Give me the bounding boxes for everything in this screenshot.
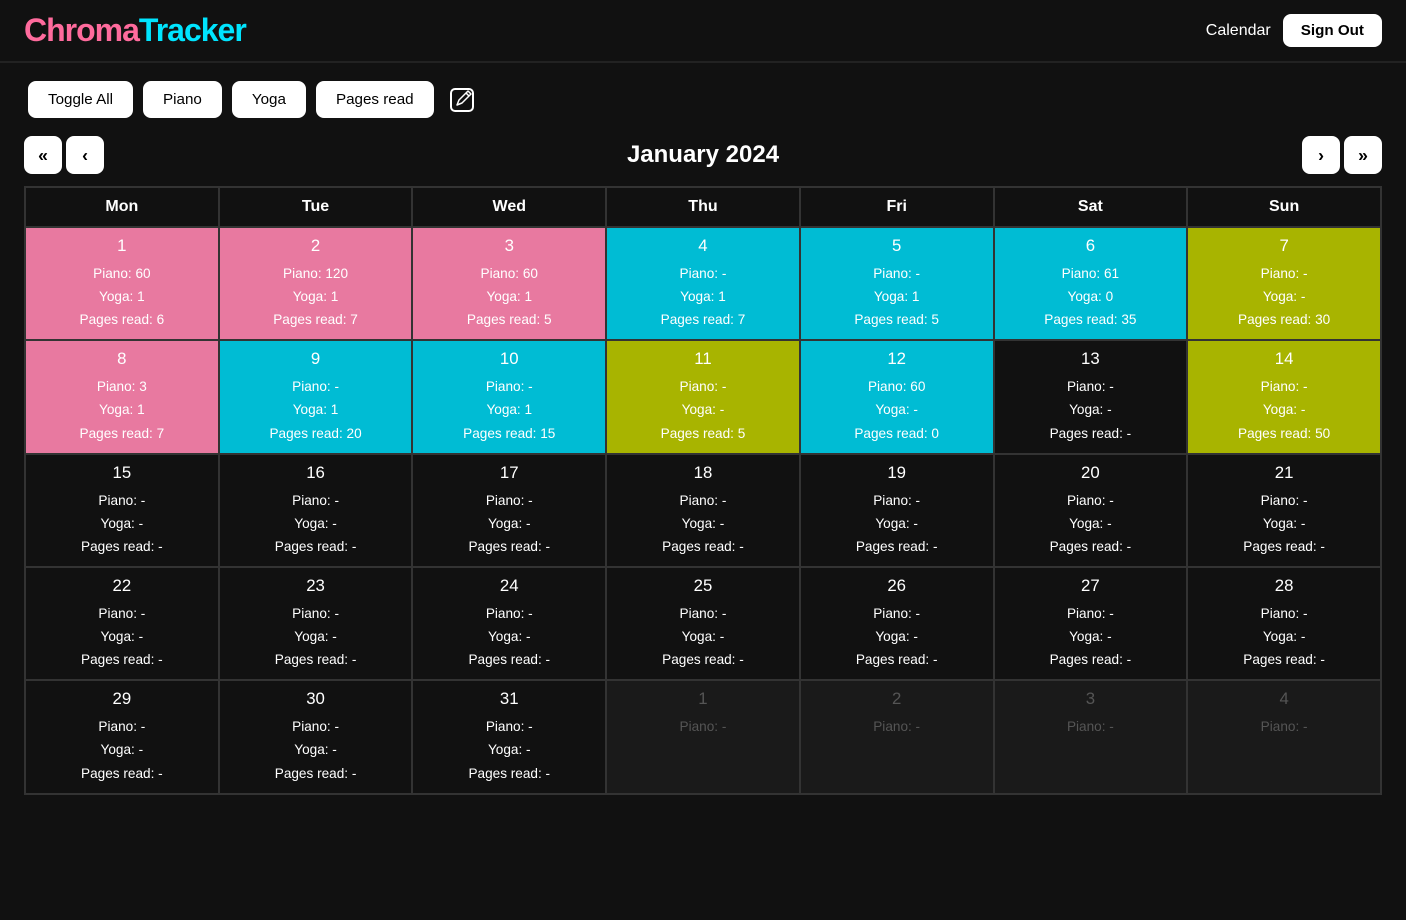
pages-read-button[interactable]: Pages read [316, 81, 434, 118]
header: ChromaTracker Calendar Sign Out [0, 0, 1406, 63]
edit-icon[interactable] [444, 82, 480, 118]
table-row[interactable]: 21Piano: -Yoga: -Pages read: - [1187, 454, 1381, 567]
col-fri: Fri [800, 187, 994, 227]
sign-out-button[interactable]: Sign Out [1283, 14, 1382, 47]
calendar-link[interactable]: Calendar [1206, 22, 1271, 40]
table-row[interactable]: 9Piano: -Yoga: 1Pages read: 20 [219, 340, 413, 453]
table-row[interactable]: 10Piano: -Yoga: 1Pages read: 15 [412, 340, 606, 453]
prev-button[interactable]: ‹ [66, 136, 104, 174]
logo-chroma: Chroma [24, 12, 139, 48]
table-row[interactable]: 27Piano: -Yoga: -Pages read: - [994, 567, 1188, 680]
table-row[interactable]: 2Piano: - [800, 680, 994, 793]
calendar-week-5: 29Piano: -Yoga: -Pages read: -30Piano: -… [25, 680, 1381, 793]
col-thu: Thu [606, 187, 800, 227]
month-title: January 2024 [104, 141, 1302, 169]
table-row[interactable]: 12Piano: 60Yoga: -Pages read: 0 [800, 340, 994, 453]
toolbar: Toggle All Piano Yoga Pages read [0, 63, 1406, 128]
table-row[interactable]: 23Piano: -Yoga: -Pages read: - [219, 567, 413, 680]
table-row[interactable]: 19Piano: -Yoga: -Pages read: - [800, 454, 994, 567]
calendar-header-row: Mon Tue Wed Thu Fri Sat Sun [25, 187, 1381, 227]
table-row[interactable]: 25Piano: -Yoga: -Pages read: - [606, 567, 800, 680]
table-row[interactable]: 8Piano: 3Yoga: 1Pages read: 7 [25, 340, 219, 453]
table-row[interactable]: 3Piano: 60Yoga: 1Pages read: 5 [412, 227, 606, 340]
logo: ChromaTracker [24, 12, 246, 49]
col-wed: Wed [412, 187, 606, 227]
table-row[interactable]: 1Piano: 60Yoga: 1Pages read: 6 [25, 227, 219, 340]
table-row[interactable]: 26Piano: -Yoga: -Pages read: - [800, 567, 994, 680]
table-row[interactable]: 16Piano: -Yoga: -Pages read: - [219, 454, 413, 567]
col-sun: Sun [1187, 187, 1381, 227]
month-nav: « ‹ January 2024 › » [24, 128, 1382, 186]
table-row[interactable]: 17Piano: -Yoga: -Pages read: - [412, 454, 606, 567]
calendar-week-1: 1Piano: 60Yoga: 1Pages read: 62Piano: 12… [25, 227, 1381, 340]
prev-prev-button[interactable]: « [24, 136, 62, 174]
calendar-table: Mon Tue Wed Thu Fri Sat Sun 1Piano: 60Yo… [24, 186, 1382, 795]
table-row[interactable]: 31Piano: -Yoga: -Pages read: - [412, 680, 606, 793]
table-row[interactable]: 28Piano: -Yoga: -Pages read: - [1187, 567, 1381, 680]
next-button[interactable]: › [1302, 136, 1340, 174]
toggle-all-button[interactable]: Toggle All [28, 81, 133, 118]
table-row[interactable]: 2Piano: 120Yoga: 1Pages read: 7 [219, 227, 413, 340]
calendar-week-3: 15Piano: -Yoga: -Pages read: -16Piano: -… [25, 454, 1381, 567]
next-next-button[interactable]: » [1344, 136, 1382, 174]
table-row[interactable]: 3Piano: - [994, 680, 1188, 793]
table-row[interactable]: 22Piano: -Yoga: -Pages read: - [25, 567, 219, 680]
table-row[interactable]: 7Piano: -Yoga: -Pages read: 30 [1187, 227, 1381, 340]
header-right: Calendar Sign Out [1206, 14, 1382, 47]
table-row[interactable]: 4Piano: - [1187, 680, 1381, 793]
calendar-week-4: 22Piano: -Yoga: -Pages read: -23Piano: -… [25, 567, 1381, 680]
piano-button[interactable]: Piano [143, 81, 222, 118]
table-row[interactable]: 18Piano: -Yoga: -Pages read: - [606, 454, 800, 567]
nav-left: « ‹ [24, 136, 104, 174]
col-mon: Mon [25, 187, 219, 227]
calendar-week-2: 8Piano: 3Yoga: 1Pages read: 79Piano: -Yo… [25, 340, 1381, 453]
col-tue: Tue [219, 187, 413, 227]
table-row[interactable]: 29Piano: -Yoga: -Pages read: - [25, 680, 219, 793]
col-sat: Sat [994, 187, 1188, 227]
yoga-button[interactable]: Yoga [232, 81, 306, 118]
table-row[interactable]: 20Piano: -Yoga: -Pages read: - [994, 454, 1188, 567]
table-row[interactable]: 1Piano: - [606, 680, 800, 793]
table-row[interactable]: 15Piano: -Yoga: -Pages read: - [25, 454, 219, 567]
calendar-container: « ‹ January 2024 › » Mon Tue Wed Thu Fri… [0, 128, 1406, 819]
table-row[interactable]: 5Piano: -Yoga: 1Pages read: 5 [800, 227, 994, 340]
table-row[interactable]: 24Piano: -Yoga: -Pages read: - [412, 567, 606, 680]
table-row[interactable]: 6Piano: 61Yoga: 0Pages read: 35 [994, 227, 1188, 340]
table-row[interactable]: 4Piano: -Yoga: 1Pages read: 7 [606, 227, 800, 340]
nav-right: › » [1302, 136, 1382, 174]
table-row[interactable]: 13Piano: -Yoga: -Pages read: - [994, 340, 1188, 453]
logo-tracker: Tracker [139, 12, 246, 48]
table-row[interactable]: 11Piano: -Yoga: -Pages read: 5 [606, 340, 800, 453]
table-row[interactable]: 14Piano: -Yoga: -Pages read: 50 [1187, 340, 1381, 453]
table-row[interactable]: 30Piano: -Yoga: -Pages read: - [219, 680, 413, 793]
